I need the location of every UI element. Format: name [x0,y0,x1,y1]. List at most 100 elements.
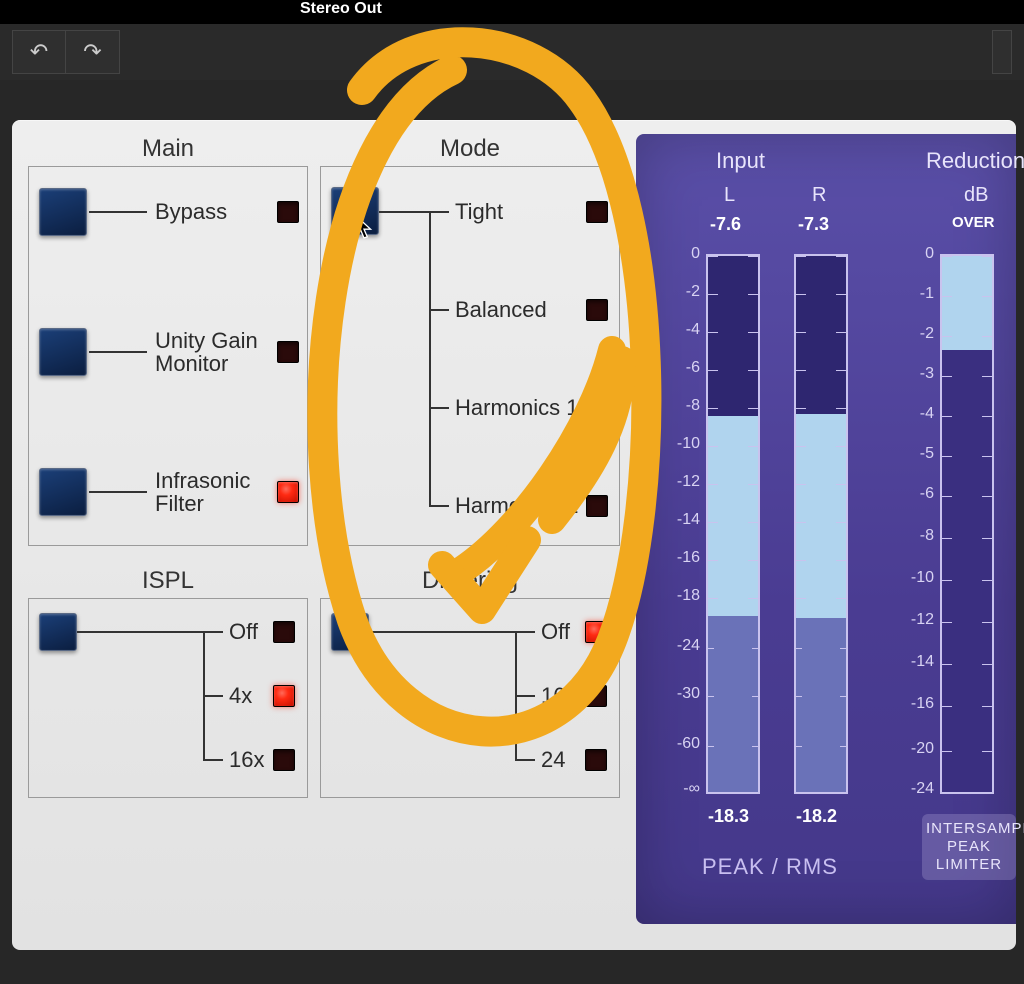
reduction-scale-label: 0 [894,245,934,263]
infrasonic-filter-indicator [277,481,299,503]
unity-gain-indicator [277,341,299,363]
input-R-rms: -18.2 [796,806,837,827]
mode-tree-trunk [429,211,431,507]
connector [429,211,449,213]
mode-tight-indicator [586,201,608,223]
window-title: Stereo Out [300,0,382,17]
reduction-scale-label: -4 [894,405,934,423]
unity-gain-label: Unity Gain Monitor [155,329,258,375]
connector [89,211,147,213]
reduction-over-label: OVER [952,214,995,231]
input-scale-label: -24 [660,637,700,655]
input-scale-label: -8 [660,397,700,415]
unity-gain-button[interactable] [39,328,87,376]
reduction-scale-label: -3 [894,365,934,383]
mode-balanced-indicator [586,299,608,321]
reduction-scale-label: -24 [894,780,934,798]
connector [89,491,147,493]
input-meter-L [706,254,760,794]
plugin-panel: Main Bypass Unity Gain Monitor Infrasoni… [12,120,1016,950]
section-dithering-title: Dithering [422,567,518,595]
section-dithering: Dithering Off 16 24 [320,598,620,798]
section-mode: Mode Tight Balanced Harmonics 1 [320,166,620,546]
meters-footer: PEAK / RMS [702,854,838,880]
toolbar-right-fragment[interactable] [992,30,1012,74]
section-ispl-title: ISPL [142,567,194,595]
reduction-scale-label: -10 [894,569,934,587]
connector [89,351,147,353]
reduction-db-label: dB [964,184,988,207]
bypass-label: Bypass [155,199,227,225]
section-mode-title: Mode [440,135,500,163]
mode-harmonics1-indicator [586,397,608,419]
input-scale-label: -10 [660,435,700,453]
connector [429,309,449,311]
bypass-button[interactable] [39,188,87,236]
connector [77,631,203,633]
reduction-scale-label: -6 [894,485,934,503]
input-L-peak: -7.6 [710,214,741,235]
section-main: Main Bypass Unity Gain Monitor Infrasoni… [28,166,308,546]
connector [203,759,223,761]
reduction-scale-label: -2 [894,325,934,343]
input-scale-label: -16 [660,549,700,567]
input-meter-R [794,254,848,794]
input-scale-label: -18 [660,587,700,605]
dithering-24-indicator [585,749,607,771]
reduction-scale-label: -12 [894,611,934,629]
input-scale-label: -30 [660,685,700,703]
ispl-select-button[interactable] [39,613,77,651]
dithering-16-label[interactable]: 16 [541,683,565,709]
reduction-meter [940,254,994,794]
section-main-title: Main [142,135,194,163]
input-title: Input [716,148,765,174]
section-ispl: ISPL Off 4x 16x [28,598,308,798]
mode-tight-label[interactable]: Tight [455,199,503,225]
reduction-scale-label: -14 [894,653,934,671]
connector [515,631,535,633]
input-R-peak: -7.3 [798,214,829,235]
ispl-off-label[interactable]: Off [229,619,258,645]
meters-panel: Input Reduction L R dB -7.6 -7.3 OVER 0-… [636,134,1016,924]
input-scale-label: -2 [660,283,700,301]
ispl-16x-label[interactable]: 16x [229,747,264,773]
ispl-off-indicator [273,621,295,643]
input-L-rms: -18.3 [708,806,749,827]
undo-button[interactable]: ↶ [12,30,66,74]
dithering-off-indicator [585,621,607,643]
redo-button[interactable]: ↷ [66,30,120,74]
toolbar: ↶ ↷ [0,24,1024,80]
mode-harmonics2-indicator [586,495,608,517]
cursor-icon [355,215,373,239]
ispl-16x-indicator [273,749,295,771]
dithering-16-indicator [585,685,607,707]
reduction-scale-label: -5 [894,445,934,463]
input-scale-label: -4 [660,321,700,339]
mode-harmonics1-label[interactable]: Harmonics 1 [455,395,578,421]
mode-balanced-label[interactable]: Balanced [455,297,547,323]
infrasonic-filter-label: Infrasonic Filter [155,469,250,515]
input-R-label: R [812,184,826,207]
input-scale-label: -∞ [660,780,700,798]
reduction-scale-label: -20 [894,740,934,758]
mode-harmonics2-label[interactable]: Harmonics 2 [455,493,578,519]
reduction-title: Reduction [926,148,1024,174]
dithering-select-button[interactable] [331,613,369,651]
undo-icon: ↶ [30,39,48,65]
ispl-4x-label[interactable]: 4x [229,683,252,709]
dithering-off-label[interactable]: Off [541,619,570,645]
connector [369,631,515,633]
connector [429,505,449,507]
intersample-peak-limiter-badge: INTERSAMPLE PEAK LIMITER [922,814,1016,880]
reduction-scale-label: -1 [894,285,934,303]
reduction-scale-label: -8 [894,527,934,545]
connector [379,211,431,213]
dithering-24-label[interactable]: 24 [541,747,565,773]
connector [429,407,449,409]
bypass-indicator [277,201,299,223]
infrasonic-filter-button[interactable] [39,468,87,516]
input-L-label: L [724,184,735,207]
connector [515,759,535,761]
connector [515,695,535,697]
input-scale-label: -12 [660,473,700,491]
